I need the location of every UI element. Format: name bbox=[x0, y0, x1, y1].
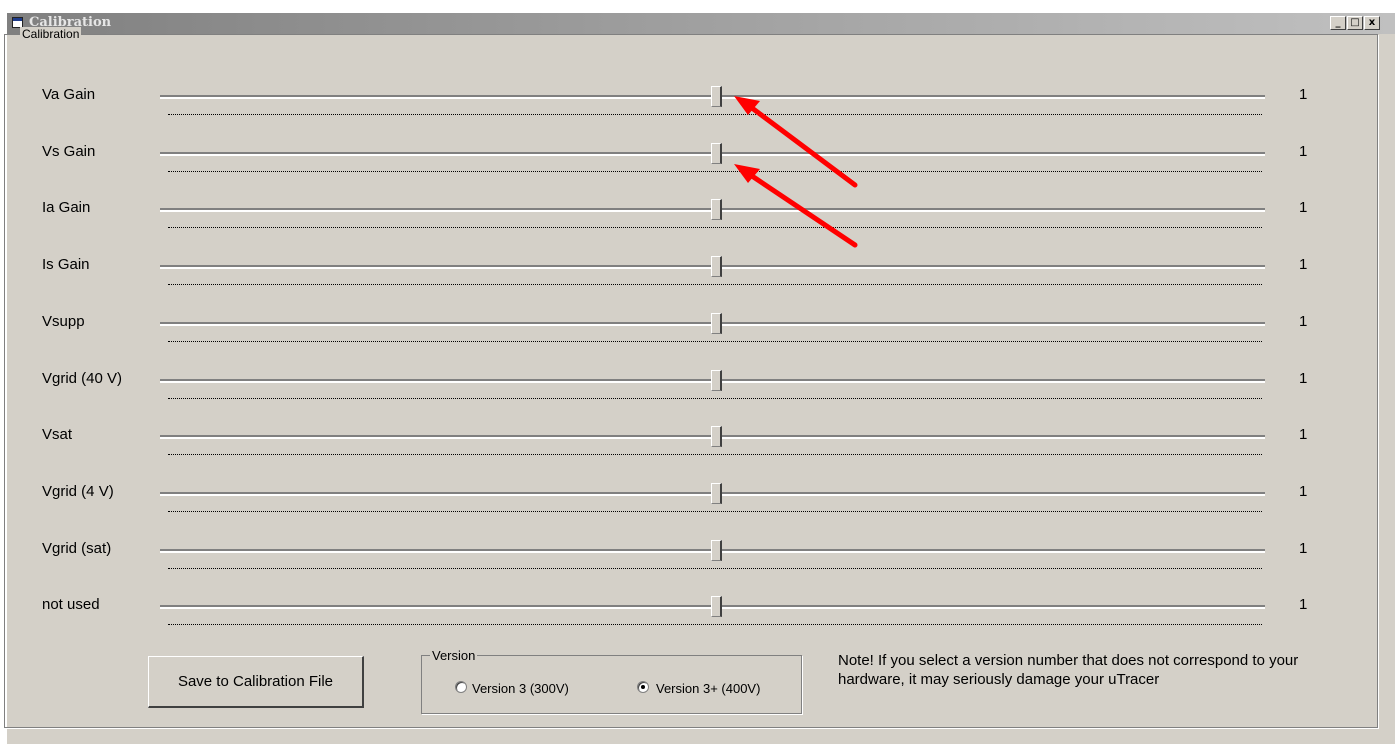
slider-label: not used bbox=[42, 596, 100, 613]
version-3-radio[interactable] bbox=[455, 681, 467, 693]
save-calibration-button[interactable]: Save to Calibration File bbox=[148, 656, 364, 708]
minimize-button[interactable]: _ bbox=[1330, 16, 1346, 30]
slider-label: Vgrid (sat) bbox=[42, 540, 112, 557]
slider-thumb[interactable] bbox=[711, 313, 722, 334]
slider-label: Is Gain bbox=[42, 256, 90, 273]
calibration-frame-legend: Calibration bbox=[20, 27, 82, 41]
slider-thumb[interactable] bbox=[711, 596, 722, 617]
slider-value: 1 bbox=[1299, 86, 1308, 103]
slider-thumb[interactable] bbox=[711, 199, 722, 220]
slider-value: 1 bbox=[1299, 540, 1308, 557]
version-3-label[interactable]: Version 3 (300V) bbox=[472, 681, 569, 696]
slider-label: Vgrid (40 V) bbox=[42, 370, 123, 387]
version-3-plus-label[interactable]: Version 3+ (400V) bbox=[656, 681, 760, 696]
version-legend: Version bbox=[430, 648, 478, 663]
slider-thumb[interactable] bbox=[711, 256, 722, 277]
slider-thumb[interactable] bbox=[711, 143, 722, 164]
slider-tick-marks bbox=[168, 114, 1262, 115]
slider-label: Vsupp bbox=[42, 313, 85, 330]
slider-value: 1 bbox=[1299, 596, 1308, 613]
slider-value: 1 bbox=[1299, 199, 1308, 216]
slider-value: 1 bbox=[1299, 483, 1308, 500]
slider-tick-marks bbox=[168, 568, 1262, 569]
slider-tick-marks bbox=[168, 624, 1262, 625]
slider-thumb[interactable] bbox=[711, 540, 722, 561]
close-button[interactable]: x bbox=[1364, 16, 1380, 30]
slider-value: 1 bbox=[1299, 143, 1308, 160]
slider-label: Va Gain bbox=[42, 86, 96, 103]
slider-value: 1 bbox=[1299, 313, 1308, 330]
slider-thumb[interactable] bbox=[711, 370, 722, 391]
slider-label: Vsat bbox=[42, 426, 73, 443]
version-3-plus-radio[interactable] bbox=[637, 681, 649, 693]
slider-value: 1 bbox=[1299, 370, 1308, 387]
slider-tick-marks bbox=[168, 341, 1262, 342]
title-bar[interactable]: Calibration _ □ x bbox=[7, 13, 1395, 34]
slider-label: Vs Gain bbox=[42, 143, 96, 160]
slider-thumb[interactable] bbox=[711, 426, 722, 447]
slider-thumb[interactable] bbox=[711, 483, 722, 504]
slider-tick-marks bbox=[168, 171, 1262, 172]
radio-selected-dot bbox=[641, 685, 645, 689]
slider-thumb[interactable] bbox=[711, 86, 722, 107]
warning-note: Note! If you select a version number tha… bbox=[838, 652, 1299, 688]
slider-tick-marks bbox=[168, 511, 1262, 512]
slider-value: 1 bbox=[1299, 256, 1308, 273]
maximize-button[interactable]: □ bbox=[1347, 16, 1363, 30]
slider-value: 1 bbox=[1299, 426, 1308, 443]
slider-tick-marks bbox=[168, 454, 1262, 455]
slider-label: Vgrid (4 V) bbox=[42, 483, 114, 500]
slider-label: Ia Gain bbox=[42, 199, 91, 216]
slider-tick-marks bbox=[168, 398, 1262, 399]
slider-tick-marks bbox=[168, 284, 1262, 285]
slider-tick-marks bbox=[168, 227, 1262, 228]
